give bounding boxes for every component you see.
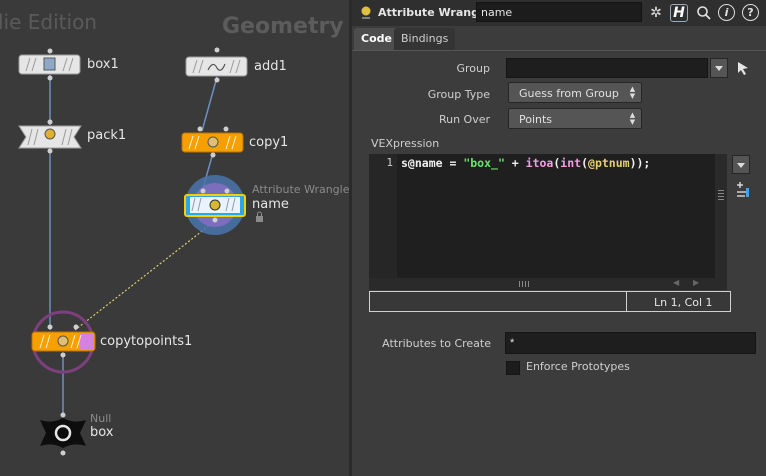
parameter-header: Attribute Wrangle ✲ H i ? <box>352 0 766 26</box>
updown-arrows-icon: ▲ ▼ <box>629 85 636 100</box>
tab-code[interactable]: Code <box>354 28 399 50</box>
tab-content-frame <box>352 50 766 51</box>
node-type-attribute-wrangle: Attribute Wrangle <box>252 183 350 196</box>
node-label-pack1: pack1 <box>87 128 127 143</box>
status-divider <box>626 292 627 311</box>
code-token-op: = <box>442 156 464 170</box>
scroll-right-icon[interactable]: ▶ <box>693 278 699 287</box>
network-editor[interactable]: lie Edition Geometry box1 add1 pack1 cop… <box>0 0 352 476</box>
group-input[interactable] <box>506 58 708 78</box>
group-type-value: Guess from Group <box>519 87 619 100</box>
selection-arrow-icon[interactable] <box>736 60 750 76</box>
code-token-attribute: @ptnum <box>588 156 630 170</box>
wire-add1-copy1 <box>201 76 218 132</box>
houdini-help-icon[interactable]: H <box>670 4 688 22</box>
chevron-down-icon <box>715 66 723 71</box>
code-menu-button[interactable] <box>732 155 750 174</box>
wire-wrangle-copytopoints1 <box>74 220 216 331</box>
parameter-editor: Attribute Wrangle ✲ H i ? Code Bindings … <box>352 0 766 476</box>
run-over-value: Points <box>519 113 553 126</box>
search-icon[interactable] <box>694 3 714 23</box>
node-label-copy1: copy1 <box>249 135 289 150</box>
pack-icon <box>44 128 56 140</box>
node-label-attribute-wrangle: name <box>252 197 289 212</box>
code-line[interactable]: s@name = "box_" + itoa(int(@ptnum)); <box>401 156 650 170</box>
scroll-left-icon[interactable]: ◀ <box>673 278 679 287</box>
tab-bindings[interactable]: Bindings <box>394 28 456 50</box>
code-horizontal-scrollbar[interactable]: ◀ ▶ <box>369 278 727 290</box>
node-box1[interactable] <box>18 48 81 81</box>
node-type-label: Attribute Wrangle <box>378 6 491 19</box>
scrollbar-grip-icon <box>519 281 531 287</box>
attributes-to-create-input[interactable] <box>505 332 756 354</box>
code-token-paren: ( <box>581 156 589 170</box>
node-type-null: Null <box>90 412 112 425</box>
network-graph <box>18 47 263 456</box>
run-over-label: Run Over <box>438 113 490 126</box>
box-icon <box>43 57 56 71</box>
code-token-paren: )); <box>629 156 651 170</box>
vex-code-editor[interactable]: 1 s@name = "box_" + itoa(int(@ptnum)); <box>369 154 715 278</box>
help-icon[interactable]: ? <box>742 4 759 21</box>
code-token-string: "box_" <box>463 156 505 170</box>
wrangle-node-icon[interactable] <box>358 4 374 20</box>
enforce-prototypes-label: Enforce Prototypes <box>526 360 630 373</box>
node-name-input[interactable] <box>476 2 642 22</box>
scrollbar-grip-icon <box>718 190 724 202</box>
chevron-down-icon <box>737 163 745 168</box>
group-dropdown-button[interactable] <box>710 58 728 78</box>
node-label-null: box <box>90 425 114 440</box>
code-vertical-scrollbar[interactable] <box>715 154 727 278</box>
line-number: 1 <box>386 156 393 169</box>
group-type-label: Group Type <box>427 88 490 101</box>
lock-icon <box>256 211 263 222</box>
null-icon <box>54 424 72 442</box>
code-token-function: itoa <box>525 156 554 170</box>
code-token-variable: s@name <box>401 156 443 170</box>
node-label-add1: add1 <box>254 59 287 74</box>
node-label-copytopoints1: copytopoints1 <box>100 334 193 349</box>
group-type-select[interactable]: Guess from Group ▲ ▼ <box>508 82 642 103</box>
enforce-prototypes-checkbox[interactable] <box>506 361 520 375</box>
copy-icon <box>207 136 219 148</box>
updown-arrows-icon: ▲ ▼ <box>629 111 636 126</box>
node-label-box1: box1 <box>87 57 119 72</box>
code-token-function: int <box>560 156 582 170</box>
node-copy1[interactable] <box>181 126 244 158</box>
attributes-to-create-label: Attributes to Create <box>382 337 491 350</box>
info-icon[interactable]: i <box>718 4 735 21</box>
vexpression-label: VEXpression <box>371 137 440 150</box>
code-token-op: + <box>504 156 526 170</box>
node-null[interactable] <box>40 412 86 456</box>
copy-points-icon <box>57 335 69 347</box>
group-label: Group <box>456 62 491 75</box>
create-spare-parameters-icon[interactable] <box>734 181 752 199</box>
run-over-select[interactable]: Points ▲ ▼ <box>508 108 642 129</box>
node-attribute-wrangle[interactable] <box>184 175 246 235</box>
gear-icon[interactable]: ✲ <box>646 3 666 23</box>
cursor-position: Ln 1, Col 1 <box>654 296 713 309</box>
wrangle-icon <box>209 199 221 211</box>
line-number-gutter: 1 <box>369 154 397 278</box>
editor-status-bar: Ln 1, Col 1 <box>369 291 731 312</box>
